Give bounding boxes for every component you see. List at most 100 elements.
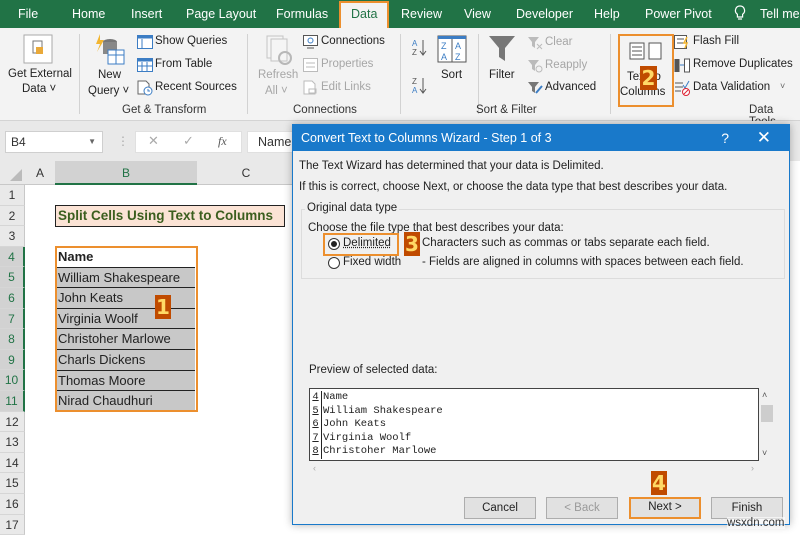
group-label-connections: Connections [293,104,357,116]
scroll-right-icon[interactable]: › [751,463,754,473]
data-preview[interactable]: 4 Name 5 William Shakespeare 6 John Keats 7 Vir… [309,388,759,461]
cancel-icon[interactable]: ✕ [148,133,159,149]
group-legend: Original data type [305,202,400,214]
text-to-columns-icon [629,42,662,60]
preview-vertical-scrollbar[interactable]: ˄ ˅ [760,388,774,461]
selection-highlight [55,246,198,412]
row-header[interactable]: 1 [0,185,25,206]
row-header[interactable]: 4 [0,246,25,268]
close-icon[interactable]: ✕ [757,125,771,151]
scroll-thumb[interactable] [761,405,773,422]
row-header[interactable]: 13 [0,432,25,453]
get-external-data-icon [23,34,53,64]
fixed-width-description: - Fields are aligned in columns with spa… [422,256,744,268]
row-header[interactable]: 15 [0,473,25,494]
svg-text:Z: Z [412,48,417,57]
row-header[interactable]: 12 [0,411,25,433]
tab-power-pivot[interactable]: Power Pivot [645,0,712,28]
enter-icon[interactable]: ✓ [183,133,194,149]
row-header[interactable]: 17 [0,514,25,535]
step-badge-3: 3 [404,232,420,256]
preview-line: 7 Virginia Woolf [310,431,750,445]
help-icon[interactable]: ? [721,125,729,151]
preview-text: Christoher Marlowe [323,445,437,457]
title-cell[interactable]: Split Cells Using Text to Columns [55,205,285,227]
select-all-corner[interactable] [0,161,25,185]
sort-icon: Z AA Z [437,35,467,63]
finish-button[interactable]: Finish [711,497,783,519]
tab-data[interactable]: Data [339,1,390,28]
tell-me-search[interactable]: Tell me [760,0,800,28]
scroll-left-icon[interactable]: ‹ [313,463,316,473]
row-header[interactable]: 3 [0,226,25,247]
tab-formulas[interactable]: Formulas [276,0,328,28]
row-header[interactable]: 9 [0,349,25,371]
row-header[interactable]: 2 [0,205,25,227]
scroll-down-icon[interactable]: ˅ [762,448,767,458]
sort-z-a-icon: ZA [412,77,427,95]
select-all-icon [10,169,22,181]
row-header[interactable]: 11 [0,391,25,412]
connections-icon [303,35,318,49]
back-button[interactable]: < Back [546,497,618,519]
delimited-highlight [323,233,399,256]
radio-label[interactable]: Fixed width [343,256,401,268]
tab-page-layout[interactable]: Page Layout [186,0,256,28]
edit-links-icon [303,80,317,95]
column-header-b[interactable]: B [55,161,197,185]
scroll-up-icon[interactable]: ˄ [762,390,767,400]
tab-file[interactable]: File [18,0,38,28]
row-header[interactable]: 6 [0,288,25,309]
row-header[interactable]: 7 [0,308,25,330]
step-badge-2: 2 [640,66,657,90]
column-header-a[interactable]: A [25,161,55,185]
tab-home[interactable]: Home [72,0,105,28]
cancel-button[interactable]: Cancel [464,497,536,519]
insert-function-icon[interactable]: fx [218,134,227,149]
watermark: wsxdn.com [727,517,785,529]
preview-text: William Shakespeare [323,404,443,417]
recent-sources-icon [137,80,153,96]
radio-button[interactable] [328,257,340,269]
row-header[interactable]: 10 [0,370,25,391]
tab-review[interactable]: Review [401,0,442,28]
tab-insert[interactable]: Insert [131,0,162,28]
tab-view[interactable]: View [464,0,491,28]
svg-text:A: A [412,39,418,48]
preview-label: Preview of selected data: [309,364,438,376]
remove-duplicates-icon [674,58,690,73]
reapply-icon [528,60,543,73]
row-header[interactable]: 16 [0,494,25,515]
group-label-sort-filter: Sort & Filter [476,104,537,116]
preview-row-number: 7 [310,431,322,445]
grip-icon: ⋮ [117,134,129,148]
chevron-down-icon[interactable]: ▼ [88,132,96,152]
preview-row-number: 4 [310,391,322,405]
preview-line: 4 Name [310,391,750,405]
row-header[interactable]: 8 [0,329,25,350]
preview-line: 5 William Shakespeare [310,404,750,418]
preview-row-number: 8 [310,445,322,459]
data-validation-icon [675,80,690,96]
group-label-get-transform: Get & Transform [122,104,207,116]
name-box[interactable]: B4 ▼ [5,131,103,153]
row-header[interactable]: 5 [0,267,25,288]
tab-help[interactable]: Help [594,0,620,28]
tab-developer[interactable]: Developer [516,0,573,28]
column-header-c[interactable]: C [197,161,295,185]
svg-text:A: A [441,52,447,62]
advanced-filter-icon [528,82,543,94]
next-button[interactable]: Next > [629,497,701,519]
show-queries-icon [137,35,153,49]
ribbon-tab-bar: File Home Insert Page Layout Formulas Da… [0,0,800,28]
dialog-title: Convert Text to Columns Wizard - Step 1 … [293,125,789,151]
step-badge-4: 4 [651,471,667,495]
preview-text: Virginia Woolf [323,431,412,444]
refresh-all-icon [266,35,292,65]
ribbon: Get External Data ˅ New Query ˅ Show Que… [0,28,800,128]
clear-filter-icon [528,37,543,50]
from-table-icon [137,58,153,72]
sort-a-z-icon: AZ [412,39,427,57]
row-header[interactable]: 14 [0,452,25,474]
preview-text: John Keats [323,418,387,430]
